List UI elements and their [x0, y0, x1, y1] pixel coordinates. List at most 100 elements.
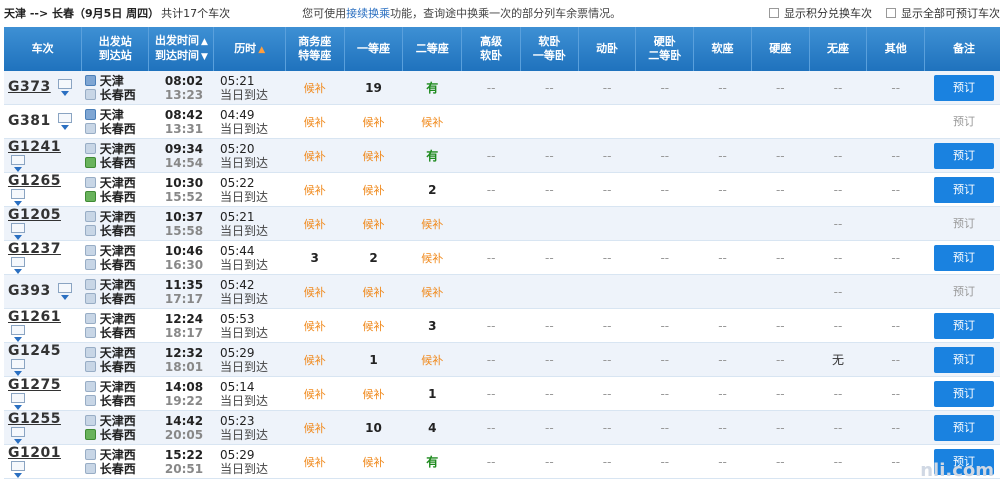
duration: 05:22	[219, 175, 255, 190]
book-button[interactable]: 预订	[934, 414, 995, 441]
soft-sleeper-seat: --	[520, 308, 579, 343]
chevron-down-icon[interactable]	[60, 125, 69, 130]
hard-sleeper-seat: --	[635, 172, 694, 207]
transfer-tip: 您可使用接续换乘功能，查询途中换乘一次的部分列车余票情况。	[302, 7, 622, 20]
train-number-cell: G1245	[4, 342, 82, 377]
start-station-icon	[84, 279, 96, 290]
train-info-toggle[interactable]	[11, 427, 25, 444]
chevron-down-icon[interactable]	[14, 201, 22, 206]
ticket-card-icon	[11, 257, 25, 267]
ticket-card-icon	[11, 359, 25, 369]
first-class-seat: 候补	[344, 308, 403, 343]
train-info-toggle[interactable]	[57, 79, 72, 96]
train-info-toggle[interactable]	[11, 223, 25, 240]
end-station-icon	[84, 89, 96, 100]
hard-sleeper-seat	[635, 104, 694, 139]
train-number-link[interactable]: G1237	[8, 241, 61, 257]
duration-cell: 05:21 当日到达	[213, 206, 286, 241]
sort-down-icon[interactable]: ▼	[201, 52, 208, 62]
sort-up-icon[interactable]: ▲	[258, 45, 265, 55]
col-hard-seat: 硬座	[751, 27, 810, 71]
duration: 05:53	[219, 311, 255, 326]
train-number-link[interactable]: G1241	[8, 139, 61, 155]
first-class-seat: 候补	[344, 104, 403, 139]
chevron-down-icon[interactable]	[14, 405, 22, 410]
chevron-down-icon[interactable]	[14, 473, 22, 478]
note-cell: 预订	[924, 138, 1000, 173]
soft-seat: --	[693, 172, 752, 207]
arrival-day: 当日到达	[219, 393, 268, 408]
chevron-down-icon[interactable]	[60, 91, 69, 96]
deluxe-sleeper-seat: --	[461, 71, 521, 105]
chevron-down-icon[interactable]	[14, 235, 22, 240]
train-info-toggle[interactable]	[57, 113, 72, 130]
train-info-toggle[interactable]	[11, 155, 25, 172]
arrival-day: 当日到达	[219, 427, 268, 442]
train-info-toggle[interactable]	[11, 257, 25, 274]
business-seat: 候补	[285, 308, 345, 343]
col-times[interactable]: 出发时间 ▲ 到达时间 ▼	[148, 27, 215, 71]
departure-station: 天津西	[99, 447, 136, 462]
other-seat: --	[866, 342, 925, 377]
other-seat: --	[866, 240, 925, 275]
sort-up-icon[interactable]: ▲	[201, 37, 208, 47]
deluxe-sleeper-seat: --	[461, 376, 521, 411]
chevron-down-icon[interactable]	[14, 269, 22, 274]
stations-cell: 天津西 长春西	[81, 308, 149, 343]
chevron-down-icon[interactable]	[14, 439, 22, 444]
note-cell: 预订	[924, 308, 1000, 343]
book-button[interactable]: 预订	[934, 380, 995, 407]
arrival-station: 长春西	[99, 121, 136, 136]
chevron-down-icon[interactable]	[60, 295, 69, 300]
chevron-down-icon[interactable]	[14, 337, 22, 342]
book-button: 预订	[953, 284, 976, 298]
train-number-cell: G1261	[4, 308, 82, 343]
show-points-trains-checkbox[interactable]: 显示积分兑换车次	[769, 5, 872, 21]
other-seat: --	[866, 71, 925, 105]
soft-sleeper-seat: --	[520, 376, 579, 411]
train-number-link[interactable]: G393	[8, 283, 51, 299]
train-number-link[interactable]: G1275	[8, 377, 61, 393]
train-number-link[interactable]: G1255	[8, 411, 61, 427]
train-number-link[interactable]: G1245	[8, 343, 61, 359]
train-number-link[interactable]: G381	[8, 113, 51, 129]
start-station-icon	[84, 415, 96, 426]
train-number-link[interactable]: G1265	[8, 173, 61, 189]
business-seat: 候补	[285, 444, 345, 479]
book-button[interactable]: 预订	[934, 176, 995, 203]
train-info-toggle[interactable]	[11, 359, 25, 376]
train-number-link[interactable]: G1261	[8, 309, 61, 325]
book-button[interactable]: 预订	[934, 312, 995, 339]
train-number-link[interactable]: G373	[8, 79, 51, 95]
ticket-card-icon	[57, 113, 72, 123]
start-station-icon	[84, 449, 96, 460]
train-number-link[interactable]: G1201	[8, 445, 61, 461]
train-info-toggle[interactable]	[11, 393, 25, 410]
end-station-icon	[84, 361, 96, 372]
book-button[interactable]: 预订	[934, 346, 995, 373]
train-info-toggle[interactable]	[11, 461, 25, 478]
chevron-down-icon[interactable]	[14, 167, 22, 172]
hard-sleeper-seat: --	[635, 410, 694, 445]
book-button[interactable]: 预订	[934, 244, 995, 271]
business-seat: 候补	[285, 342, 345, 377]
train-info-toggle[interactable]	[11, 325, 25, 342]
book-button[interactable]: 预订	[934, 142, 995, 169]
show-all-bookable-checkbox[interactable]: 显示全部可预订车次	[886, 5, 1000, 21]
times-cell: 10:46 16:30	[148, 240, 214, 275]
train-info-toggle[interactable]	[11, 189, 25, 206]
deluxe-sleeper-seat: --	[461, 308, 521, 343]
start-station-icon	[84, 75, 96, 86]
train-number-link[interactable]: G1205	[8, 207, 61, 223]
deluxe-sleeper-seat: --	[461, 342, 521, 377]
book-button[interactable]: 预订	[934, 74, 995, 101]
col-duration[interactable]: 历时 ▲	[213, 27, 286, 71]
col-deluxe-sleeper: 高级 软卧	[461, 27, 521, 71]
business-seat: 候补	[285, 410, 345, 445]
other-seat	[866, 206, 925, 241]
chevron-down-icon[interactable]	[14, 371, 22, 376]
train-info-toggle[interactable]	[57, 283, 72, 300]
emu-sleeper-seat	[578, 274, 636, 309]
transfer-link[interactable]: 接续换乘	[346, 7, 390, 20]
arrival-station: 长春西	[99, 189, 136, 204]
